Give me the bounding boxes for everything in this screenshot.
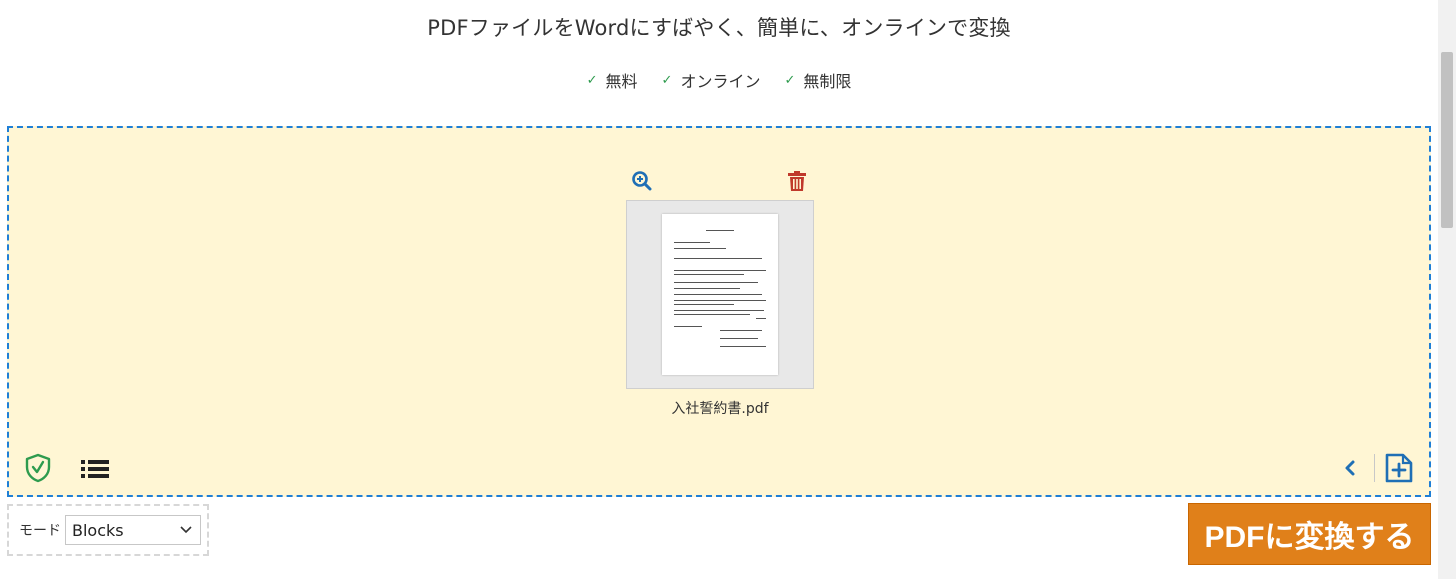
feature-item-online: ✓ オンライン: [662, 68, 761, 92]
zoom-in-icon[interactable]: [631, 170, 653, 192]
convert-button[interactable]: PDFに変換する: [1188, 503, 1431, 565]
check-icon: ✓: [661, 72, 673, 88]
file-thumbnail[interactable]: [626, 200, 814, 389]
check-icon: ✓: [586, 72, 598, 88]
mode-label: モード: [19, 523, 61, 539]
shield-check-icon[interactable]: [24, 453, 52, 483]
check-icon: ✓: [784, 72, 796, 88]
chevron-left-icon[interactable]: [1342, 457, 1358, 479]
file-dropzone[interactable]: 入社誓約書.pdf: [7, 126, 1431, 497]
mode-selector-group: モード Blocks: [7, 504, 209, 556]
mode-select-value: Blocks: [72, 520, 124, 540]
feature-label: 無料: [605, 72, 638, 91]
feature-label: オンライン: [680, 72, 761, 91]
page-headline: PDFファイルをWordにすばやく、簡単に、オンラインで変換: [427, 16, 1011, 40]
list-icon[interactable]: [81, 459, 111, 479]
add-file-icon[interactable]: [1384, 452, 1414, 484]
trash-icon[interactable]: [787, 170, 807, 192]
page-scrollbar[interactable]: [1438, 0, 1456, 579]
feature-item-free: ✓ 無料: [587, 68, 638, 92]
thumbnail-toolbar: [629, 170, 806, 194]
feature-item-unlimited: ✓ 無制限: [784, 68, 851, 92]
feature-list: ✓ 無料 ✓ オンライン ✓ 無制限: [0, 68, 1438, 92]
feature-label: 無制限: [803, 72, 852, 91]
file-name: 入社誓約書.pdf: [671, 401, 769, 417]
chevron-down-icon: [180, 526, 192, 534]
mode-select[interactable]: Blocks: [65, 515, 201, 545]
pdf-page-preview: [662, 214, 778, 375]
page: PDFファイルをWordにすばやく、簡単に、オンラインで変換 ✓ 無料 ✓ オン…: [0, 0, 1456, 579]
toolbar-divider: [1374, 454, 1375, 482]
scrollbar-thumb[interactable]: [1441, 52, 1453, 228]
